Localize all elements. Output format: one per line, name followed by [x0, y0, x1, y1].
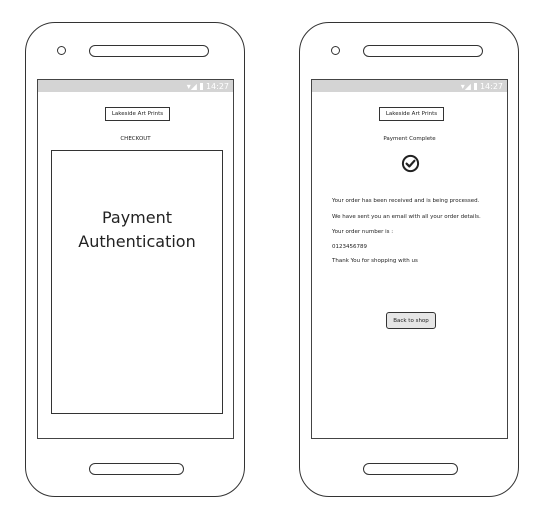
order-number-value: 0123456789 [332, 244, 367, 250]
phone-right: ▾◢ 14:27 Lakeside Art Prints Payment Com… [299, 22, 519, 497]
wifi-icon: ▾◢ [460, 81, 471, 91]
status-bar: ▾◢ 14:27 [312, 80, 507, 92]
screen-left: ▾◢ 14:27 Lakeside Art Prints CHECKOUT Pa… [37, 79, 234, 439]
back-to-shop-button[interactable]: Back to shop [386, 312, 436, 329]
payment-complete-heading: Payment Complete [383, 136, 436, 142]
battery-icon [473, 82, 477, 90]
thank-you-text: Thank You for shopping with us [332, 258, 418, 264]
status-bar: ▾◢ 14:27 [38, 80, 233, 92]
auth-title-line2: Authentication [78, 232, 196, 251]
brand-logo-button[interactable]: Lakeside Art Prints [379, 107, 444, 121]
status-time: 14:27 [479, 81, 503, 91]
camera-icon [57, 46, 66, 55]
battery-icon [199, 82, 203, 90]
speaker-slot [363, 45, 483, 57]
home-button[interactable] [89, 463, 184, 475]
order-number-label: Your order number is : [332, 229, 394, 235]
auth-title-line1: Payment [101, 208, 173, 227]
check-circle-icon [401, 154, 420, 173]
wifi-icon: ▾◢ [186, 81, 197, 91]
checkout-heading: CHECKOUT [120, 136, 151, 142]
phone-left: ▾◢ 14:27 Lakeside Art Prints CHECKOUT Pa… [25, 22, 245, 497]
payment-authentication-panel: Payment Authentication [51, 150, 223, 414]
home-button[interactable] [363, 463, 458, 475]
order-received-text: Your order has been received and is bein… [332, 198, 480, 204]
status-time: 14:27 [205, 81, 229, 91]
screen-right: ▾◢ 14:27 Lakeside Art Prints Payment Com… [311, 79, 508, 439]
email-sent-text: We have sent you an email with all your … [332, 214, 481, 220]
brand-logo-button[interactable]: Lakeside Art Prints [105, 107, 170, 121]
speaker-slot [89, 45, 209, 57]
camera-icon [331, 46, 340, 55]
